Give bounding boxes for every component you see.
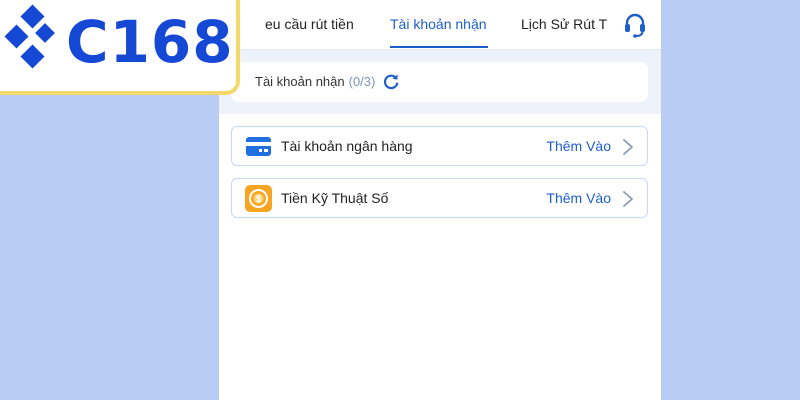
- chevron-right-icon[interactable]: [621, 138, 635, 156]
- svg-text:$: $: [256, 194, 261, 204]
- account-count: (0/3): [348, 74, 376, 89]
- tab-receiving-accounts[interactable]: Tài khoản nhận: [390, 0, 487, 50]
- crypto-account-row[interactable]: $ Tiền Kỹ Thuật Số Thêm Vào: [231, 178, 648, 218]
- summary-card: Tài khoản nhận (0/3): [231, 62, 648, 102]
- brand-logo: C168: [0, 0, 240, 95]
- crypto-coin-icon: $: [245, 185, 272, 212]
- chevron-right-icon[interactable]: [621, 190, 635, 208]
- tab-bar: eu cầu rút tiền Tài khoản nhận Lịch Sử R…: [219, 0, 661, 50]
- summary-section: Tài khoản nhận (0/3): [219, 50, 661, 114]
- active-tab-indicator: [390, 46, 488, 48]
- app-panel: eu cầu rút tiền Tài khoản nhận Lịch Sử R…: [219, 0, 661, 400]
- refresh-icon[interactable]: [381, 72, 401, 92]
- logo-text: C168: [66, 8, 234, 76]
- add-crypto-account-button[interactable]: Thêm Vào: [546, 190, 611, 206]
- bank-account-row[interactable]: Tài khoản ngân hàng Thêm Vào: [231, 126, 648, 166]
- summary-title: Tài khoản nhận: [255, 74, 345, 89]
- headset-icon[interactable]: [621, 12, 647, 38]
- add-bank-account-button[interactable]: Thêm Vào: [546, 138, 611, 154]
- stage: eu cầu rút tiền Tài khoản nhận Lịch Sử R…: [0, 0, 800, 400]
- crypto-account-label: Tiền Kỹ Thuật Số: [281, 190, 389, 206]
- bank-account-label: Tài khoản ngân hàng: [281, 138, 413, 154]
- tab-withdraw-request[interactable]: eu cầu rút tiền: [265, 0, 354, 50]
- summary-label: Tài khoản nhận (0/3): [255, 74, 375, 89]
- bank-card-icon: [245, 133, 272, 160]
- account-list: Tài khoản ngân hàng Thêm Vào $ Tiền Kỹ T…: [219, 114, 661, 400]
- tab-withdraw-history[interactable]: Lịch Sử Rút T: [521, 0, 607, 50]
